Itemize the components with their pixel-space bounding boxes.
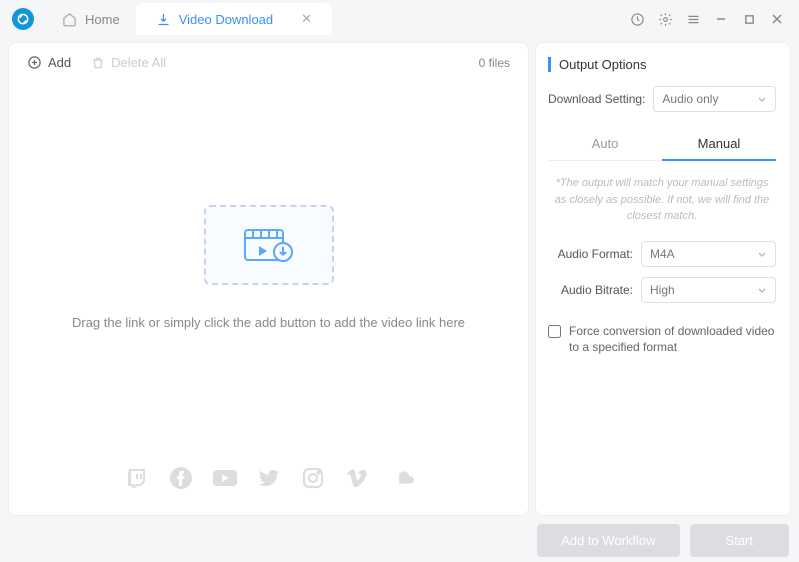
tab-close-button[interactable]: ✕ (301, 11, 312, 27)
close-button[interactable] (763, 5, 791, 33)
home-icon (62, 12, 77, 27)
audio-format-value: M4A (650, 247, 675, 261)
minimize-button[interactable] (707, 5, 735, 33)
youtube-icon[interactable] (212, 465, 238, 491)
mode-tabs: Auto Manual (548, 128, 776, 161)
download-setting-label: Download Setting: (548, 92, 645, 106)
tab-manual[interactable]: Manual (662, 128, 776, 161)
twitter-icon[interactable] (256, 465, 282, 491)
download-setting-select[interactable]: Audio only (653, 86, 776, 112)
output-options-title: Output Options (548, 57, 776, 72)
file-count: 0 files (479, 56, 510, 70)
download-setting-value: Audio only (662, 92, 718, 106)
download-icon (156, 12, 171, 27)
manual-note: *The output will match your manual setti… (548, 175, 776, 241)
app-logo (12, 8, 34, 30)
add-button[interactable]: Add (27, 55, 71, 70)
audio-bitrate-select[interactable]: High (641, 277, 776, 303)
titlebar: Home Video Download ✕ (0, 0, 799, 38)
tab-auto[interactable]: Auto (548, 128, 662, 160)
tab-download-label: Video Download (179, 12, 273, 27)
help-text: Drag the link or simply click the add bu… (72, 315, 465, 330)
chevron-down-icon (757, 249, 767, 259)
social-icons (27, 465, 510, 503)
settings-icon[interactable] (651, 5, 679, 33)
start-button[interactable]: Start (690, 524, 789, 557)
tab-home-label: Home (85, 12, 120, 27)
add-label: Add (48, 55, 71, 70)
force-conversion-label: Force conversion of downloaded video to … (569, 323, 776, 357)
output-options-panel: Output Options Download Setting: Audio o… (535, 42, 791, 516)
audio-bitrate-value: High (650, 283, 675, 297)
audio-format-label: Audio Format: (548, 247, 633, 261)
maximize-button[interactable] (735, 5, 763, 33)
toolbar: Add Delete All 0 files (27, 55, 510, 70)
menu-icon[interactable] (679, 5, 707, 33)
footer: Add to Workflow Start (0, 516, 799, 557)
instagram-icon[interactable] (300, 465, 326, 491)
history-icon[interactable] (623, 5, 651, 33)
soundcloud-icon[interactable] (388, 465, 414, 491)
video-download-icon (241, 224, 297, 266)
add-to-workflow-button[interactable]: Add to Workflow (537, 524, 679, 557)
chevron-down-icon (757, 285, 767, 295)
plus-circle-icon (27, 55, 42, 70)
chevron-down-icon (757, 94, 767, 104)
drop-box (204, 205, 334, 285)
twitch-icon[interactable] (124, 465, 150, 491)
vimeo-icon[interactable] (344, 465, 370, 491)
tab-home[interactable]: Home (46, 4, 136, 35)
facebook-icon[interactable] (168, 465, 194, 491)
audio-format-select[interactable]: M4A (641, 241, 776, 267)
delete-all-label: Delete All (111, 55, 166, 70)
tab-video-download[interactable]: Video Download ✕ (136, 3, 332, 35)
delete-all-button[interactable]: Delete All (91, 55, 166, 70)
force-conversion-checkbox[interactable] (548, 325, 561, 338)
drop-area[interactable]: Drag the link or simply click the add bu… (27, 70, 510, 465)
audio-bitrate-label: Audio Bitrate: (548, 283, 633, 297)
trash-icon (91, 56, 105, 70)
main-panel: Add Delete All 0 files Drag the link or … (8, 42, 529, 516)
